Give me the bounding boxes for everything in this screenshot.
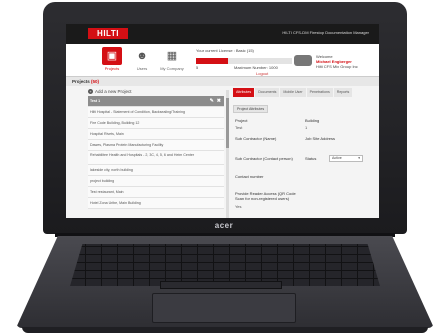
projects-title: Projects [72, 79, 90, 84]
laptop-front-edge [22, 327, 428, 333]
touchpad [152, 293, 296, 323]
project-value[interactable]: Test [235, 125, 242, 130]
license-used: 5 [196, 65, 199, 70]
project-name: Hotel Zona Uribe, Main Building [90, 201, 141, 205]
project-list-item[interactable]: Rehabilitee Health and Hospitals - 2, 3C… [88, 151, 224, 165]
project-list-item[interactable]: Test restaurant, Main [88, 187, 224, 198]
detail-tabs: Attributes Documents Mobile User Penetratio… [233, 88, 374, 97]
building-icon: ▦ [166, 50, 178, 62]
project-list-item[interactable]: Hotel Zona Uribe, Main Building [88, 198, 224, 209]
project-name: Hilti Hospital - Statement of Condition,… [90, 110, 185, 114]
status-select[interactable]: Active ▾ [329, 155, 363, 162]
contact-number-label: Contact number [235, 174, 264, 179]
project-list-item[interactable]: Hilti Hospital - Statement of Condition,… [88, 107, 224, 118]
status-label: Status [305, 156, 317, 161]
add-project-label: Add a new Project [95, 89, 132, 94]
app-title: HILTI CFS-DM Firestop Documentation Mana… [282, 30, 369, 35]
project-name: Test restaurant, Main [90, 190, 124, 194]
add-project-button[interactable]: + Add a new Project [88, 88, 224, 96]
trash-icon[interactable]: ✖ [217, 98, 221, 104]
project-list-pane: + Add a new Project Test 1 ✎ ✖ Hilti Hospita… [88, 88, 224, 218]
users-icon: ☻ [136, 50, 148, 62]
building-label: Building [305, 118, 320, 123]
nav-tile-my-company[interactable]: ▦ My Company [160, 47, 184, 73]
project-name: Rehabilitee Health and Hospitals - 2, 3C… [90, 153, 195, 157]
welcome-block: Welcome Michael Engberger Hilti CFS Mix … [316, 54, 358, 69]
license-progress-fill [196, 58, 228, 64]
reader-access-value[interactable]: Yes [235, 204, 242, 209]
project-list-item[interactable]: Fire Code Building, Building 12 [88, 118, 224, 129]
project-name: Fire Code Building, Building 12 [90, 121, 140, 125]
nav-tile-users[interactable]: ☻ Users [130, 47, 154, 73]
briefcase-icon: ▣ [102, 47, 122, 65]
nav-tile-label: Users [136, 66, 148, 71]
project-name: Test 1 [90, 99, 101, 103]
license-progress-bar [196, 58, 292, 64]
hilti-logo: HILTI [88, 28, 128, 39]
chevron-down-icon: ▾ [358, 156, 360, 160]
tab-attributes[interactable]: Attributes [233, 88, 255, 97]
project-name: Dawes, Plasma Protein Manufacturing Faci… [90, 143, 164, 147]
project-list-item[interactable]: Dawes, Plasma Protein Manufacturing Faci… [88, 140, 224, 151]
sub-contractor-contact-label: Sub Contractor (Contact person) [235, 156, 293, 161]
license-maximum: Maximum Number: 1000 [234, 65, 278, 70]
projects-count: (50) [91, 79, 100, 84]
nav-tile-label: Projects [104, 66, 120, 71]
spacebar [160, 281, 282, 289]
project-detail-pane: Attributes Documents Mobile User Penetratio… [233, 88, 374, 218]
acer-logo: acer [214, 221, 234, 230]
project-name: Hospital Rivets, Main [90, 132, 124, 136]
top-bar: HILTI HILTI CFS-DM Firestop Documentatio… [66, 24, 379, 44]
nav-tile-label: My Company [160, 66, 184, 71]
building-value[interactable]: 1 [305, 125, 307, 130]
subtab-project-attributes[interactable]: Project Attributes [233, 105, 269, 113]
tab-mobile-user[interactable]: Mobile User [280, 88, 306, 97]
project-list-item[interactable]: lakeside city, north building [88, 165, 224, 176]
tab-documents[interactable]: Documents [255, 88, 280, 97]
nav-tile-projects[interactable]: ▣ Projects [100, 47, 124, 73]
reader-access-label: Provide Reader Access (QR Code Scan for … [235, 191, 296, 201]
company-name: Hilti CFS Mix Group Inc [316, 64, 358, 69]
project-list-item[interactable]: project building [88, 176, 224, 187]
license-text: Your current License : Basic (15) [196, 48, 254, 53]
tab-reports[interactable]: Reports [333, 88, 353, 97]
laptop-screen: HILTI HILTI CFS-DM Firestop Documentatio… [66, 24, 379, 218]
sub-contractor-name-label: Sub Contractor (Name) [235, 136, 277, 141]
logout-link[interactable]: Logout [256, 71, 268, 76]
scrollbar-thumb[interactable] [226, 98, 229, 148]
job-site-address-label: Job Site Address [305, 136, 336, 141]
project-list-item[interactable]: Test 1 ✎ ✖ [88, 96, 224, 107]
tab-penetrations[interactable]: Penetrations [306, 88, 333, 97]
project-name: lakeside city, north building [90, 168, 133, 172]
project-list: Test 1 ✎ ✖ Hilti Hospital - Statement of Co… [88, 96, 224, 209]
row-actions: ✎ ✖ [210, 96, 221, 106]
project-name: project building [90, 179, 115, 183]
company-avatar [294, 55, 312, 66]
project-list-item[interactable]: Hospital Rivets, Main [88, 129, 224, 140]
plus-icon: + [88, 89, 93, 95]
project-label: Project [235, 118, 248, 123]
project-list-scrollbar[interactable] [226, 90, 229, 218]
edit-icon[interactable]: ✎ [210, 98, 214, 104]
keyboard [70, 244, 380, 286]
status-value: Active [332, 156, 342, 160]
projects-heading: Projects (50) [66, 77, 379, 86]
